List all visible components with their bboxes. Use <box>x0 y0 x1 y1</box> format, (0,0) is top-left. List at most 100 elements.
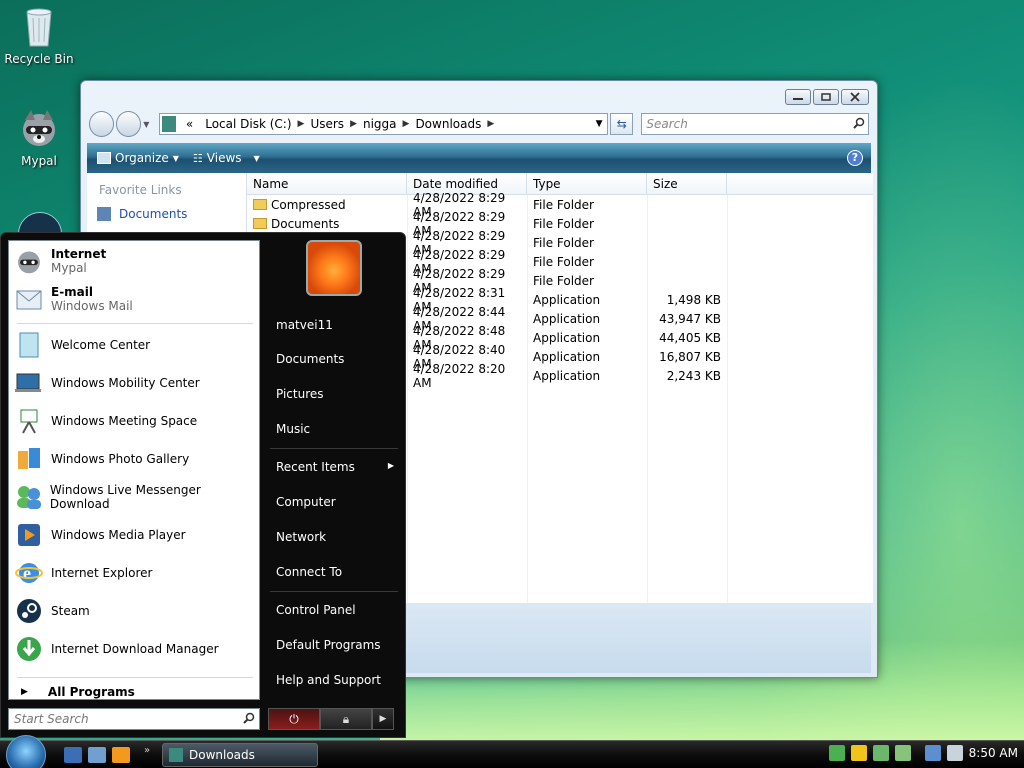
start-search-input[interactable]: Start Search <box>8 708 260 730</box>
desktop-icon-label: Mypal <box>21 154 57 168</box>
recent-pages-dropdown[interactable]: ▼ <box>143 120 153 129</box>
search-box[interactable]: Search <box>641 113 869 135</box>
crumb-downloads[interactable]: Downloads <box>409 117 487 131</box>
connection-tray-icon[interactable] <box>924 745 941 761</box>
user-avatar-flower-icon[interactable] <box>306 240 362 296</box>
taskbar-button-label: Downloads <box>189 748 255 762</box>
desktop-icon-mypal[interactable]: Mypal <box>1 106 77 168</box>
recent-idm[interactable]: Internet Download Manager <box>13 631 257 667</box>
desktop-icon-recycle-bin[interactable]: Recycle Bin <box>1 4 77 66</box>
favorite-link-label: Documents <box>119 207 188 221</box>
recent-item-label: Windows Media Player <box>51 528 186 542</box>
organize-button[interactable]: Organize ▼ <box>97 151 179 165</box>
help-icon[interactable]: ? <box>847 150 863 166</box>
recent-meeting-space[interactable]: Windows Meeting Space <box>13 403 257 439</box>
address-overflow[interactable]: « <box>180 117 199 131</box>
user-folder-link[interactable]: matvei11 <box>276 318 333 332</box>
favorite-link-documents[interactable]: Documents <box>87 197 246 221</box>
internet-explorer-icon: e <box>13 557 45 589</box>
security-shield-icon[interactable] <box>850 745 867 761</box>
place-music[interactable]: Music <box>276 422 310 436</box>
start-menu-places: matvei11 Documents Pictures Music Recent… <box>264 232 404 738</box>
power-button[interactable]: ⏻ <box>268 708 320 730</box>
forward-button[interactable] <box>116 111 142 137</box>
power-options-arrow[interactable]: ▶ <box>372 708 394 730</box>
minimize-button[interactable] <box>785 89 811 105</box>
mypal-raccoon-icon <box>17 106 61 150</box>
svg-text:e: e <box>23 563 31 583</box>
crumb-users[interactable]: Users <box>304 117 350 131</box>
column-name[interactable]: Name <box>247 173 407 194</box>
download-tray-icon[interactable] <box>872 745 889 761</box>
recent-media-player[interactable]: Windows Media Player <box>13 517 257 553</box>
file-size: 16,807 KB <box>659 349 721 364</box>
show-desktop-icon[interactable] <box>64 747 82 763</box>
crumb-arrow-icon[interactable]: ▶ <box>298 119 305 129</box>
close-icon <box>850 92 860 102</box>
network-tray-icon[interactable] <box>828 745 845 761</box>
file-type: File Folder <box>533 235 594 250</box>
mypal-raccoon-icon <box>13 245 45 277</box>
place-documents[interactable]: Documents <box>276 352 344 366</box>
volume-muted-icon[interactable] <box>946 745 963 761</box>
place-pictures[interactable]: Pictures <box>276 387 324 401</box>
column-type[interactable]: Type <box>527 173 647 194</box>
recent-live-messenger[interactable]: Windows Live Messenger Download <box>13 479 257 515</box>
start-menu-programs: Internet Mypal E-mail Windows Mail Welcome… <box>8 240 260 700</box>
download-manager-icon <box>13 633 45 665</box>
start-orb-windows-icon[interactable] <box>6 735 46 768</box>
file-size: 43,947 KB <box>659 311 721 326</box>
crumb-user-folder[interactable]: nigga <box>357 117 403 131</box>
place-control-panel[interactable]: Control Panel <box>276 603 356 617</box>
refresh-button[interactable]: ⇆ <box>610 113 634 135</box>
table-row[interactable]: Documents 4/28/2022 8:29 AM File Folder <box>247 210 873 238</box>
recent-mobility-center[interactable]: Windows Mobility Center <box>13 365 257 401</box>
table-row[interactable]: Compressed 4/28/2022 8:29 AM File Folder <box>247 191 873 219</box>
place-connect-to[interactable]: Connect To <box>276 565 342 579</box>
views-button[interactable]: ☷ Views ▼ <box>193 151 260 165</box>
places-divider <box>270 591 398 592</box>
place-recent-items[interactable]: Recent Items ▶ <box>276 460 394 474</box>
file-size: 2,243 KB <box>666 368 721 383</box>
place-default-programs[interactable]: Default Programs <box>276 638 381 652</box>
recent-item-label: Welcome Center <box>51 338 151 352</box>
crumb-arrow-icon[interactable]: ▶ <box>487 119 494 129</box>
place-help-support[interactable]: Help and Support <box>276 673 381 687</box>
place-computer[interactable]: Computer <box>276 495 336 509</box>
taskbar-button-downloads[interactable]: Downloads <box>162 743 318 767</box>
pinned-title: Internet <box>51 247 107 261</box>
recent-item-label: Windows Live Messenger Download <box>49 483 201 511</box>
lock-button[interactable]: 🔒︎ <box>320 708 372 730</box>
minimize-icon <box>793 98 803 100</box>
welcome-center-icon <box>13 329 45 361</box>
crumb-arrow-icon[interactable]: ▶ <box>403 119 410 129</box>
clock[interactable]: 8:50 AM <box>969 746 1018 760</box>
recent-item-label: Internet Download Manager <box>51 642 219 656</box>
recent-steam[interactable]: Steam <box>13 593 257 629</box>
pinned-email[interactable]: E-mail Windows Mail <box>13 281 257 317</box>
address-dropdown-icon[interactable]: ▼ <box>591 119 607 129</box>
chevron-down-icon: ▼ <box>172 153 179 163</box>
switch-windows-icon[interactable] <box>88 747 106 763</box>
back-button[interactable] <box>89 111 115 137</box>
column-size[interactable]: Size <box>647 173 727 194</box>
place-network[interactable]: Network <box>276 530 326 544</box>
check-tray-icon[interactable] <box>894 745 911 761</box>
media-player-quicklaunch-icon[interactable] <box>112 747 130 763</box>
recent-welcome-center[interactable]: Welcome Center <box>13 327 257 363</box>
search-icon[interactable] <box>239 712 259 727</box>
close-button[interactable] <box>841 89 869 105</box>
system-tray: 8:50 AM <box>828 745 1018 761</box>
all-programs-button[interactable]: ▶ All Programs <box>21 685 135 699</box>
file-type: Application <box>533 311 601 326</box>
folder-path-icon <box>161 116 176 132</box>
search-icon[interactable] <box>850 117 868 132</box>
crumb-local-disk[interactable]: Local Disk (C:) <box>199 117 297 131</box>
recent-photo-gallery[interactable]: Windows Photo Gallery <box>13 441 257 477</box>
crumb-arrow-icon[interactable]: ▶ <box>350 119 357 129</box>
recent-internet-explorer[interactable]: e Internet Explorer <box>13 555 257 591</box>
pinned-internet[interactable]: Internet Mypal <box>13 243 257 279</box>
address-bar[interactable]: « Local Disk (C:) ▶ Users ▶ nigga ▶ Downloa… <box>158 113 609 135</box>
quick-launch-overflow-icon[interactable]: » <box>144 745 150 756</box>
restore-button[interactable] <box>813 89 839 105</box>
